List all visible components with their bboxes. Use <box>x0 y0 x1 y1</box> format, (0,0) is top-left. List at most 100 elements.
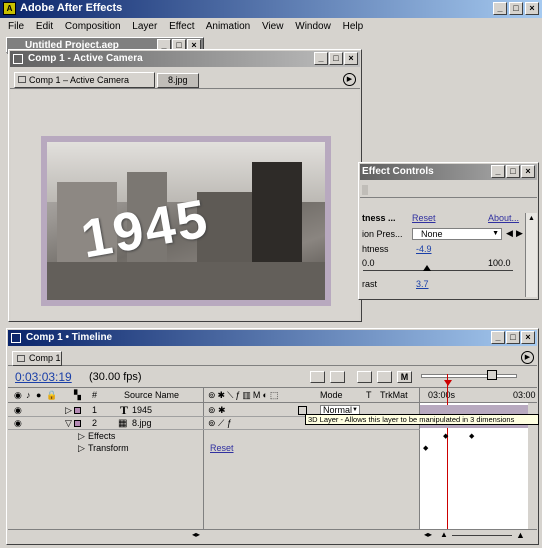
menu-view[interactable]: View <box>262 21 284 32</box>
effects-expand-icon[interactable]: ▷ <box>78 430 85 442</box>
effect-row-3: 0.0 100.0 <box>362 258 511 268</box>
panel-menu-arrow-icon[interactable]: ▶ <box>343 73 356 86</box>
menu-layer[interactable]: Layer <box>132 21 157 32</box>
transform-reset-link[interactable]: Reset <box>210 442 234 454</box>
layer2-expand-icon[interactable]: ▽ <box>65 417 72 430</box>
tab-comp1-active-camera[interactable]: Comp 1 – Active Camera <box>14 72 155 88</box>
effect-reset-link[interactable]: Reset <box>412 213 436 223</box>
minimize-icon[interactable]: _ <box>493 2 507 15</box>
menu-bar: File Edit Composition Layer Effect Anima… <box>0 18 542 35</box>
effect-row-1: ion Pres... None ▼ ◀ ▶ <box>362 228 523 240</box>
app-icon: A <box>3 2 16 15</box>
ruler-start: 03:00s <box>428 390 456 400</box>
effect-close-icon[interactable]: × <box>521 165 535 178</box>
col-hash: # <box>92 390 98 400</box>
keyframe-icon[interactable]: ◆ <box>469 432 474 440</box>
keyframe-icon[interactable]: ◆ <box>443 432 448 440</box>
comp-close-icon[interactable]: × <box>344 52 358 65</box>
comp-window-titlebar[interactable]: Comp 1 - Active Camera <box>10 51 360 67</box>
brightness-value[interactable]: -4.9 <box>416 244 432 254</box>
layer1-label-swatch[interactable] <box>74 407 81 414</box>
keyframe-icon[interactable]: ◆ <box>423 444 428 452</box>
maximize-icon[interactable]: □ <box>509 2 523 15</box>
layer1-eye-icon[interactable]: ◉ <box>14 404 22 417</box>
timeline-minimize-icon[interactable]: _ <box>491 331 505 344</box>
scroll-up-icon[interactable]: ▲ <box>526 213 537 224</box>
tab-comp-icon <box>18 76 26 83</box>
dropdown-arrow-icon: ▼ <box>492 230 499 237</box>
lock-col-icon: 🔒 <box>46 390 58 400</box>
text-layer-icon: T <box>120 403 129 417</box>
comp-viewer: 1945 <box>11 90 359 320</box>
menu-edit[interactable]: Edit <box>36 21 53 32</box>
app-title: Adobe After Effects <box>20 2 123 14</box>
switches-col-icons: ⊚✱⟍ƒ▥M◐⬚ <box>208 390 281 400</box>
fps-label: (30.00 fps) <box>89 371 142 383</box>
timeline-maximize-icon[interactable]: □ <box>506 331 520 344</box>
eye-col-icon: ◉ <box>14 390 22 400</box>
comp-window: Comp 1 - Active Camera _ □ × Comp 1 – Ac… <box>8 49 362 322</box>
timeline-window: Comp 1 • Timeline _ □ × Comp 1 ▶ 0:03:03… <box>6 328 539 545</box>
effect-about-link[interactable]: About... <box>488 213 519 223</box>
timeline-titlebar[interactable]: Comp 1 • Timeline <box>8 330 537 346</box>
col-trkmat: TrkMat <box>380 390 408 400</box>
menu-window[interactable]: Window <box>295 21 331 32</box>
contrast-value[interactable]: 3.7 <box>416 279 429 289</box>
effect-tab-strip <box>360 183 537 198</box>
comp-maximize-icon[interactable]: □ <box>329 52 343 65</box>
work-area-slider[interactable] <box>421 374 517 378</box>
menu-file[interactable]: File <box>8 21 24 32</box>
switch-button[interactable] <box>330 371 345 383</box>
tab-8jpg[interactable]: 8.jpg <box>157 73 199 88</box>
menu-composition[interactable]: Composition <box>65 21 121 32</box>
zoom-thumb[interactable] <box>487 370 497 380</box>
current-time-indicator[interactable] <box>447 374 448 529</box>
layer1-expand-icon[interactable]: ▷ <box>65 404 72 417</box>
effects-group-row[interactable]: ▷ Effects <box>8 430 420 442</box>
timeline-window-icon <box>11 333 21 343</box>
effect-minimize-icon[interactable]: _ <box>491 165 505 178</box>
draft-3d-button[interactable] <box>377 371 392 383</box>
layer1-switches[interactable]: ⊚ ✱ <box>208 404 226 417</box>
layer2-eye-icon[interactable]: ◉ <box>14 417 22 430</box>
motion-blur-button[interactable]: M <box>397 371 412 383</box>
effect-preset-select[interactable]: None ▼ <box>412 228 502 240</box>
current-time-head-icon[interactable] <box>444 380 452 386</box>
layer2-name[interactable]: 8.jpg <box>132 417 152 430</box>
preset-prev-icon[interactable]: ◀ <box>506 228 513 239</box>
transform-group-row[interactable]: ▷ Transform Reset <box>8 442 420 454</box>
preset-next-icon[interactable]: ▶ <box>516 228 523 239</box>
comp-image-8jpg: 1945 <box>47 142 325 300</box>
layer2-number: 2 <box>92 418 98 428</box>
timeline-panel-menu-icon[interactable]: ▶ <box>521 351 534 364</box>
menu-help[interactable]: Help <box>343 21 364 32</box>
effect-scrollbar[interactable]: ▲ <box>525 213 537 297</box>
effect-row-4: rast 3.7 <box>362 279 429 289</box>
tooltip-3d-layer: 3D Layer - Allows this layer to be manip… <box>305 414 539 425</box>
solo-col-icon: ● <box>36 390 42 400</box>
close-icon[interactable]: × <box>525 2 539 15</box>
menu-effect[interactable]: Effect <box>169 21 194 32</box>
right-panel-toggle-icon[interactable]: ◂▸ <box>424 530 432 539</box>
effect-maximize-icon[interactable]: □ <box>506 165 520 178</box>
col-source-name: Source Name <box>124 390 180 400</box>
effect-row-0: tness ... Reset About... <box>362 213 520 223</box>
live-update-button[interactable] <box>357 371 372 383</box>
comp-minimize-icon[interactable]: _ <box>314 52 328 65</box>
comp-marker-button[interactable] <box>310 371 325 383</box>
layer2-label-swatch[interactable] <box>74 420 81 427</box>
zoom-out-icon[interactable]: ▲ <box>440 530 448 539</box>
app-titlebar: A Adobe After Effects _ □ × <box>0 0 542 18</box>
comp-window-icon <box>13 54 23 64</box>
timecode-display[interactable]: 0:03:03:19 <box>15 370 72 384</box>
brightness-slider-track[interactable] <box>363 270 513 271</box>
left-panel-toggle-icon[interactable]: ◂▸ <box>192 530 200 539</box>
brightness-slider-thumb[interactable] <box>423 265 431 271</box>
menu-animation[interactable]: Animation <box>206 21 250 32</box>
layer1-name[interactable]: 1945 <box>132 404 152 417</box>
transform-expand-icon[interactable]: ▷ <box>78 442 85 454</box>
zoom-in-icon[interactable]: ▲ <box>516 530 525 540</box>
timeline-zoom-slider[interactable] <box>452 535 512 536</box>
layer2-switches[interactable]: ⊚ ⟋ ƒ <box>208 417 232 430</box>
timeline-close-icon[interactable]: × <box>521 331 535 344</box>
